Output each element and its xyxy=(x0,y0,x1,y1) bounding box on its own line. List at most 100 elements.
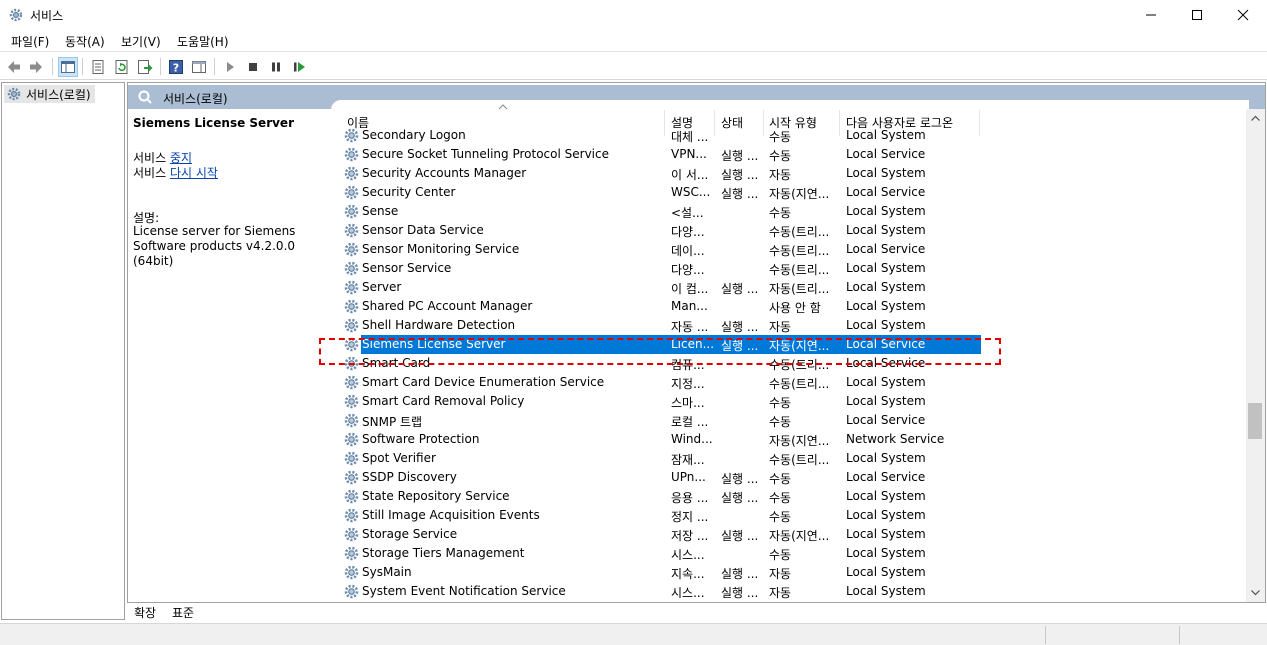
service-gear-icon xyxy=(344,508,359,523)
scroll-down-icon[interactable] xyxy=(1250,587,1261,598)
tree-item-services-local[interactable]: 서비스(로컬) xyxy=(4,85,95,103)
cell-status: 실행 ... xyxy=(721,282,759,296)
back-button[interactable] xyxy=(4,57,24,77)
service-gear-icon xyxy=(344,147,359,162)
table-row[interactable]: Storage Tiers Management 시스... 수동 Local Sys… xyxy=(331,544,1249,563)
menu-file[interactable]: 파일(F) xyxy=(11,33,49,50)
minimize-icon xyxy=(1146,14,1156,16)
export-list-button[interactable] xyxy=(135,57,155,77)
cell-logon-as: Local Service xyxy=(846,470,926,484)
toolbar: ? xyxy=(0,53,1267,80)
service-list: 이름 설명 상태 시작 유형 다음 사용자로 로그온 Secondary Log… xyxy=(331,100,1249,603)
cell-logon-as: Local System xyxy=(846,166,926,180)
close-icon xyxy=(1237,9,1249,21)
cell-name: Sensor Monitoring Service xyxy=(362,242,520,256)
close-button[interactable] xyxy=(1220,0,1266,30)
service-description-panel: Siemens License Server 서비스 중지 서비스 다시 시작 … xyxy=(128,109,330,603)
cell-description: 로컬 ... xyxy=(671,415,709,429)
table-row[interactable]: State Repository Service 응용 ... 실행 ... 수동 Lo… xyxy=(331,487,1249,506)
table-row[interactable]: Shell Hardware Detection 자동 ... 실행 ... 자동 Lo… xyxy=(331,316,1249,335)
scroll-up-icon[interactable] xyxy=(1250,113,1261,124)
cell-startup-type: 수동 xyxy=(769,396,792,410)
cell-description: 다양... xyxy=(671,225,705,239)
properties-icon xyxy=(92,60,104,74)
cell-startup-type: 자동 xyxy=(769,567,792,581)
tab-standard[interactable]: 표준 xyxy=(168,603,198,621)
table-row[interactable]: Shared PC Account Manager Man... 사용 안 함 Loc… xyxy=(331,297,1249,316)
stop-service-link[interactable]: 중지 xyxy=(170,151,192,165)
cell-name: Shared PC Account Manager xyxy=(362,299,533,313)
toolbar-separator xyxy=(82,58,83,75)
table-row[interactable]: Storage Service 저장 ... 실행 ... 자동(지연... Local… xyxy=(331,525,1249,544)
cell-name: Sense xyxy=(362,204,399,218)
menu-help[interactable]: 도움말(H) xyxy=(177,33,229,50)
menu-bar: 파일(F) 동작(A) 보기(V) 도움말(H) xyxy=(0,30,1267,52)
scrollbar-thumb[interactable] xyxy=(1248,403,1262,439)
cell-description: 지속... xyxy=(671,567,705,581)
table-row[interactable]: SSDP Discovery UPn... 실행 ... 수동 Local Servic… xyxy=(331,468,1249,487)
cell-name: Security Center xyxy=(362,185,456,199)
cell-description: WSC... xyxy=(671,185,711,199)
table-row[interactable]: Sensor Service 다양... 수동(트리... Local System xyxy=(331,259,1249,278)
table-row[interactable]: Siemens License Server Licen... 실행 ... 자동(지… xyxy=(331,335,1249,354)
cell-logon-as: Local System xyxy=(846,546,926,560)
menu-action[interactable]: 동작(A) xyxy=(65,33,105,50)
table-row[interactable]: Secondary Logon 대체 ... 수동 Local System xyxy=(331,126,1249,145)
vertical-scrollbar[interactable] xyxy=(1246,109,1265,602)
start-service-button[interactable] xyxy=(220,57,240,77)
table-row[interactable]: Sensor Data Service 다양... 수동(트리... Local Sy… xyxy=(331,221,1249,240)
cell-name: Spot Verifier xyxy=(362,451,436,465)
cell-description: Wind... xyxy=(671,432,713,446)
table-row[interactable]: SysMain 지속... 실행 ... 자동 Local System xyxy=(331,563,1249,582)
table-row[interactable]: Security Accounts Manager 이 서... 실행 ... 자동 L… xyxy=(331,164,1249,183)
cell-name: Security Accounts Manager xyxy=(362,166,527,180)
table-row[interactable]: Software Protection Wind... 자동(지연... Networ… xyxy=(331,430,1249,449)
cell-status: 실행 ... xyxy=(721,472,759,486)
refresh-button[interactable] xyxy=(112,57,132,77)
table-row[interactable]: Still Image Acquisition Events 정지 ... 수동 Lo… xyxy=(331,506,1249,525)
title-bar: 서비스 xyxy=(0,0,1267,30)
minimize-button[interactable] xyxy=(1128,0,1174,30)
cell-status: 실행 ... xyxy=(721,187,759,201)
cell-logon-as: Local Service xyxy=(846,147,926,161)
table-row[interactable]: Sense <설... 수동 Local System xyxy=(331,202,1249,221)
maximize-button[interactable] xyxy=(1174,0,1220,30)
pause-service-button[interactable] xyxy=(266,57,286,77)
stop-service-button[interactable] xyxy=(243,57,263,77)
table-row[interactable]: Server 이 컴... 실행 ... 자동(트리... Local System xyxy=(331,278,1249,297)
cell-logon-as: Local System xyxy=(846,280,926,294)
show-hide-action-pane-button[interactable] xyxy=(189,57,209,77)
tab-extended[interactable]: 확장 xyxy=(130,603,160,621)
cell-name: Still Image Acquisition Events xyxy=(362,508,540,522)
table-row[interactable]: System Event Notification Service 시스... 실행… xyxy=(331,582,1249,601)
cell-status: 실행 ... xyxy=(721,339,759,353)
forward-button[interactable] xyxy=(26,57,46,77)
gear-icon xyxy=(9,8,23,22)
properties-button[interactable] xyxy=(88,57,108,77)
menu-view[interactable]: 보기(V) xyxy=(121,33,161,50)
table-row[interactable]: Secure Socket Tunneling Protocol Service… xyxy=(331,145,1249,164)
table-row[interactable]: Spot Verifier 잠재... 수동(트리... Local System xyxy=(331,449,1249,468)
help-button[interactable]: ? xyxy=(166,57,186,77)
gear-icon xyxy=(7,87,21,101)
cell-description: VPN... xyxy=(671,147,707,161)
cell-status: 실행 ... xyxy=(721,567,759,581)
service-gear-icon xyxy=(344,489,359,504)
table-row[interactable]: Security Center WSC... 실행 ... 자동(지연... Local… xyxy=(331,183,1249,202)
table-row[interactable]: SNMP 트랩 로컬 ... 수동 Local Service xyxy=(331,411,1249,430)
cell-startup-type: 자동(지연... xyxy=(769,339,830,353)
cell-description: 시스... xyxy=(671,548,705,562)
show-hide-tree-button[interactable] xyxy=(58,57,78,77)
restart-service-button[interactable] xyxy=(289,57,309,77)
service-gear-icon xyxy=(344,299,359,314)
view-tabs: 확장 표준 xyxy=(127,602,1266,621)
table-row[interactable]: Sensor Monitoring Service 데이... 수동(트리... Lo… xyxy=(331,240,1249,259)
restart-action-prefix: 서비스 xyxy=(133,166,167,180)
toolbar-separator xyxy=(52,58,53,75)
restart-service-link[interactable]: 다시 시작 xyxy=(170,166,218,180)
service-gear-icon xyxy=(344,413,359,428)
table-row[interactable]: Smart Card Removal Policy 스마... 수동 Local Sy… xyxy=(331,392,1249,411)
table-row[interactable]: Smart Card 컴퓨... 수동(트리... Local Service xyxy=(331,354,1249,373)
table-row[interactable]: Smart Card Device Enumeration Service 지정.… xyxy=(331,373,1249,392)
status-divider xyxy=(1045,626,1046,644)
